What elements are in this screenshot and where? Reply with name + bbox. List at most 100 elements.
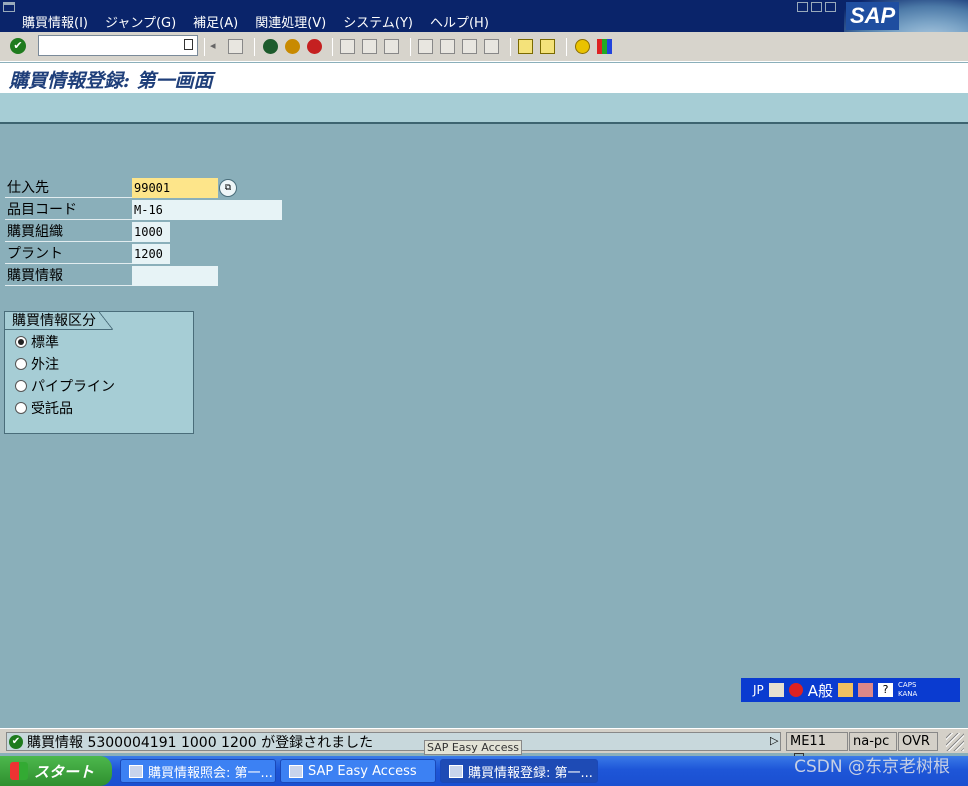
menu-item-goto[interactable]: ジャンプ(G) <box>105 12 176 31</box>
ime-conversion-icon[interactable] <box>838 683 854 697</box>
cancel-icon[interactable] <box>307 39 322 54</box>
purch-org-label: 購買組織 <box>5 222 132 242</box>
kana-indicator: KANA <box>898 690 918 698</box>
system-menu-icon[interactable] <box>3 2 15 12</box>
purch-org-input[interactable]: 1000 <box>132 222 170 242</box>
ime-language-bar: JP A般 ? CAPS KANA <box>741 678 960 702</box>
first-page-icon[interactable] <box>418 39 433 54</box>
toolbar-separator <box>566 38 567 56</box>
transaction-code-text: ME11 <box>790 734 826 749</box>
watermark: CSDN @东京老树根 <box>794 757 950 777</box>
last-page-icon[interactable] <box>484 39 499 54</box>
plant-label: プラント <box>5 244 132 264</box>
plant-input[interactable]: 1200 <box>132 244 170 264</box>
next-page-icon[interactable] <box>462 39 477 54</box>
command-history-icon[interactable] <box>184 39 193 50</box>
print-icon[interactable] <box>340 39 355 54</box>
page-title: 購買情報登録: 第一画面 <box>9 70 213 92</box>
ime-help-icon[interactable]: ? <box>878 683 894 697</box>
group-title: 購買情報区分 <box>5 312 113 330</box>
menu-bar: 購買情報(I) ジャンプ(G) 補足(A) 関連処理(V) システム(Y) ヘル… <box>0 0 968 32</box>
create-session-icon[interactable] <box>518 39 533 54</box>
taskbar-item-easy-access[interactable]: SAP Easy Access <box>280 759 436 783</box>
toolbar-separator <box>332 38 333 56</box>
caps-indicator: CAPS <box>898 681 917 689</box>
radio-option-pipeline[interactable]: パイプライン <box>15 376 115 396</box>
keyboard-icon[interactable] <box>768 683 784 697</box>
find-next-icon[interactable] <box>384 39 399 54</box>
info-record-input[interactable] <box>132 266 218 286</box>
sap-window-icon <box>129 764 143 778</box>
vendor-label: 仕入先 <box>5 178 132 198</box>
ime-pad-icon[interactable] <box>788 683 803 697</box>
status-message[interactable]: ✔ 購買情報 5300004191 1000 1200 が登録されました <box>6 732 781 751</box>
server-name: na-pc <box>849 732 897 751</box>
ime-tool-icon[interactable] <box>858 683 874 697</box>
radio-button[interactable] <box>15 336 27 348</box>
vendor-input[interactable]: 99001 <box>132 178 218 198</box>
screen-title-bar: 購買情報登録: 第一画面 <box>0 63 968 93</box>
windows-flag-icon <box>10 762 28 780</box>
transaction-code[interactable]: ME11 <box>786 732 848 764</box>
ime-language[interactable]: JP <box>753 683 764 697</box>
radio-label: パイプライン <box>31 379 115 395</box>
status-expand-icon[interactable]: ▷ <box>770 734 778 747</box>
radio-option-subcontracting[interactable]: 外注 <box>15 354 59 374</box>
toolbar-separator <box>254 38 255 56</box>
radio-option-standard[interactable]: 標準 <box>15 332 59 352</box>
radio-option-consignment[interactable]: 受託品 <box>15 398 73 418</box>
material-input[interactable]: M-16 <box>132 200 282 220</box>
start-label: スタート <box>34 762 95 781</box>
taskbar-item-label: 購買情報登録: 第一... <box>468 765 593 781</box>
info-record-label: 購買情報 <box>5 266 132 286</box>
find-icon[interactable] <box>362 39 377 54</box>
create-shortcut-icon[interactable] <box>540 39 555 54</box>
toolbar-separator <box>410 38 411 56</box>
toolbar-separator <box>204 38 205 56</box>
menu-item-extras[interactable]: 補足(A) <box>193 12 238 31</box>
info-category-group: 購買情報区分 標準 外注 パイプライン 受託品 <box>4 311 194 434</box>
tooltip: SAP Easy Access <box>424 740 522 755</box>
radio-button[interactable] <box>15 358 27 370</box>
application-toolbar <box>0 93 968 124</box>
toolbar-separator <box>510 38 511 56</box>
radio-label: 外注 <box>31 357 59 373</box>
taskbar-item-label: 購買情報照会: 第一... <box>148 765 273 781</box>
sap-logo-text: SAP <box>846 2 900 30</box>
value-help-icon[interactable]: ⧉ <box>219 179 237 197</box>
radio-label: 標準 <box>31 335 59 351</box>
success-check-icon: ✔ <box>9 734 23 749</box>
radio-button[interactable] <box>15 380 27 392</box>
close-icon[interactable] <box>825 2 836 12</box>
sap-window-icon <box>289 764 303 778</box>
layout-menu-icon[interactable] <box>597 39 612 54</box>
menu-item-environment[interactable]: 関連処理(V) <box>255 12 326 31</box>
resize-grip[interactable] <box>946 733 964 751</box>
taskbar-item-display-info[interactable]: 購買情報照会: 第一... <box>120 759 276 783</box>
material-label: 品目コード <box>5 200 132 220</box>
menu-item-system[interactable]: システム(Y) <box>343 12 413 31</box>
save-icon[interactable] <box>228 39 243 54</box>
menu-item-info-record[interactable]: 購買情報(I) <box>22 12 88 31</box>
start-button[interactable]: スタート <box>0 756 112 786</box>
back-icon[interactable] <box>263 39 278 54</box>
enter-checkmark-icon[interactable]: ✔ <box>10 38 26 54</box>
standard-toolbar: ✔ ◂ <box>0 32 968 62</box>
taskbar-item-label: SAP Easy Access <box>308 763 417 779</box>
window-controls <box>797 2 836 12</box>
exit-icon[interactable] <box>285 39 300 54</box>
ime-input-mode[interactable]: A般 <box>808 680 833 701</box>
command-field[interactable] <box>38 35 198 56</box>
command-field-input[interactable] <box>39 36 179 55</box>
menu-item-help[interactable]: ヘルプ(H) <box>430 12 489 31</box>
restore-icon[interactable] <box>811 2 822 12</box>
radio-button[interactable] <box>15 402 27 414</box>
previous-page-icon[interactable] <box>440 39 455 54</box>
back-arrow-small-icon[interactable]: ◂ <box>210 39 218 54</box>
taskbar-item-create-info[interactable]: 購買情報登録: 第一... <box>440 759 598 783</box>
help-icon[interactable] <box>575 39 590 54</box>
sap-window-icon <box>449 764 463 778</box>
radio-label: 受託品 <box>31 401 73 417</box>
insert-mode[interactable]: OVR <box>898 732 938 751</box>
minimize-icon[interactable] <box>797 2 808 12</box>
